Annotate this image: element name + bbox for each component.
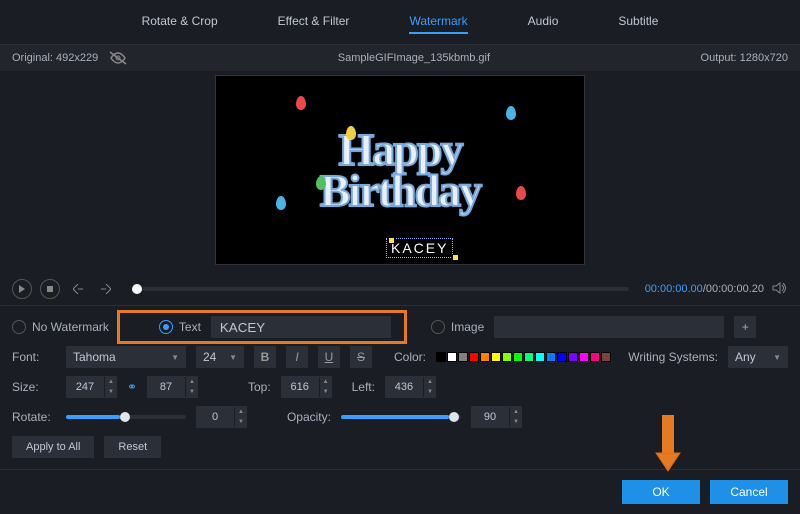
color-swatch[interactable] [590, 352, 600, 362]
tab-watermark[interactable]: Watermark [409, 10, 467, 34]
writing-systems-select[interactable]: Any▼ [728, 346, 788, 368]
watermark-image-input[interactable] [494, 316, 724, 338]
opacity-slider[interactable] [341, 415, 461, 419]
prev-frame-button[interactable] [68, 279, 88, 299]
tabs-bar: Rotate & Crop Effect & Filter Watermark … [0, 0, 800, 45]
size-label: Size: [12, 380, 56, 394]
tab-effect-filter[interactable]: Effect & Filter [278, 10, 350, 34]
color-swatch[interactable] [469, 352, 479, 362]
left-spinner[interactable]: ▲▼ [385, 376, 436, 398]
color-swatch[interactable] [568, 352, 578, 362]
color-swatch[interactable] [601, 352, 611, 362]
watermark-overlay[interactable]: KACEY [386, 238, 453, 258]
ok-button[interactable]: OK [622, 480, 700, 504]
color-swatch[interactable] [535, 352, 545, 362]
playback-track[interactable] [132, 287, 629, 291]
writing-systems-label: Writing Systems: [628, 350, 718, 364]
underline-button[interactable]: U [318, 346, 340, 368]
color-swatch[interactable] [557, 352, 567, 362]
playback-bar: 00:00:00.00/00:00:00.20 [0, 273, 800, 306]
playback-knob[interactable] [132, 284, 142, 294]
reset-button[interactable]: Reset [104, 436, 161, 458]
top-label: Top: [248, 380, 271, 394]
link-dimensions-icon[interactable]: ⚭ [127, 380, 137, 394]
radio-image-watermark[interactable]: Image [431, 320, 484, 334]
preview-text-line1: Happy [339, 129, 462, 170]
strikethrough-button[interactable]: S [350, 346, 372, 368]
filename-label: SampleGIFImage_135kbmb.gif [338, 52, 490, 64]
tab-subtitle[interactable]: Subtitle [618, 10, 658, 34]
height-spinner[interactable]: ▲▼ [147, 376, 198, 398]
radio-no-watermark[interactable]: No Watermark [12, 320, 109, 334]
italic-button[interactable]: I [286, 346, 308, 368]
radio-text-watermark[interactable]: Text [159, 320, 201, 334]
tab-audio[interactable]: Audio [528, 10, 559, 34]
next-frame-button[interactable] [96, 279, 116, 299]
output-dimensions: Output: 1280x720 [701, 52, 788, 64]
color-swatch[interactable] [491, 352, 501, 362]
bold-button[interactable]: B [254, 346, 276, 368]
width-spinner[interactable]: ▲▼ [66, 376, 117, 398]
controls-panel: No Watermark Text Image + Font: Tahoma▼ … [0, 306, 800, 470]
color-swatch[interactable] [480, 352, 490, 362]
footer: OK Cancel [0, 469, 800, 514]
left-label: Left: [352, 380, 375, 394]
rotate-label: Rotate: [12, 410, 56, 424]
color-swatch[interactable] [513, 352, 523, 362]
apply-to-all-button[interactable]: Apply to All [12, 436, 94, 458]
tab-rotate-crop[interactable]: Rotate & Crop [142, 10, 218, 34]
add-image-button[interactable]: + [734, 316, 756, 338]
font-family-select[interactable]: Tahoma▼ [66, 346, 186, 368]
color-swatch[interactable] [502, 352, 512, 362]
stop-button[interactable] [40, 279, 60, 299]
color-swatch[interactable] [436, 352, 446, 362]
font-label: Font: [12, 350, 56, 364]
opacity-value-spinner[interactable]: ▲▼ [471, 406, 522, 428]
preview-area: Happy Birthday KACEY [0, 71, 800, 273]
preview-text-line2: Birthday [320, 170, 480, 211]
color-swatch[interactable] [447, 352, 457, 362]
color-swatch[interactable] [546, 352, 556, 362]
color-swatches [436, 352, 611, 362]
visibility-toggle-icon[interactable] [109, 51, 127, 65]
time-display: 00:00:00.00/00:00:00.20 [645, 283, 764, 295]
top-spinner[interactable]: ▲▼ [281, 376, 332, 398]
volume-icon[interactable] [772, 281, 788, 298]
color-swatch[interactable] [524, 352, 534, 362]
color-label: Color: [394, 350, 426, 364]
rotate-slider[interactable] [66, 415, 186, 419]
font-size-select[interactable]: 24▼ [196, 346, 244, 368]
rotate-value-spinner[interactable]: ▲▼ [196, 406, 247, 428]
color-swatch[interactable] [579, 352, 589, 362]
opacity-label: Opacity: [287, 410, 331, 424]
video-preview[interactable]: Happy Birthday KACEY [215, 75, 585, 265]
cancel-button[interactable]: Cancel [710, 480, 788, 504]
color-swatch[interactable] [458, 352, 468, 362]
play-button[interactable] [12, 279, 32, 299]
info-bar: Original: 492x229 SampleGIFImage_135kbmb… [0, 45, 800, 71]
watermark-text-input[interactable] [211, 316, 391, 338]
original-dimensions: Original: 492x229 [12, 52, 98, 64]
